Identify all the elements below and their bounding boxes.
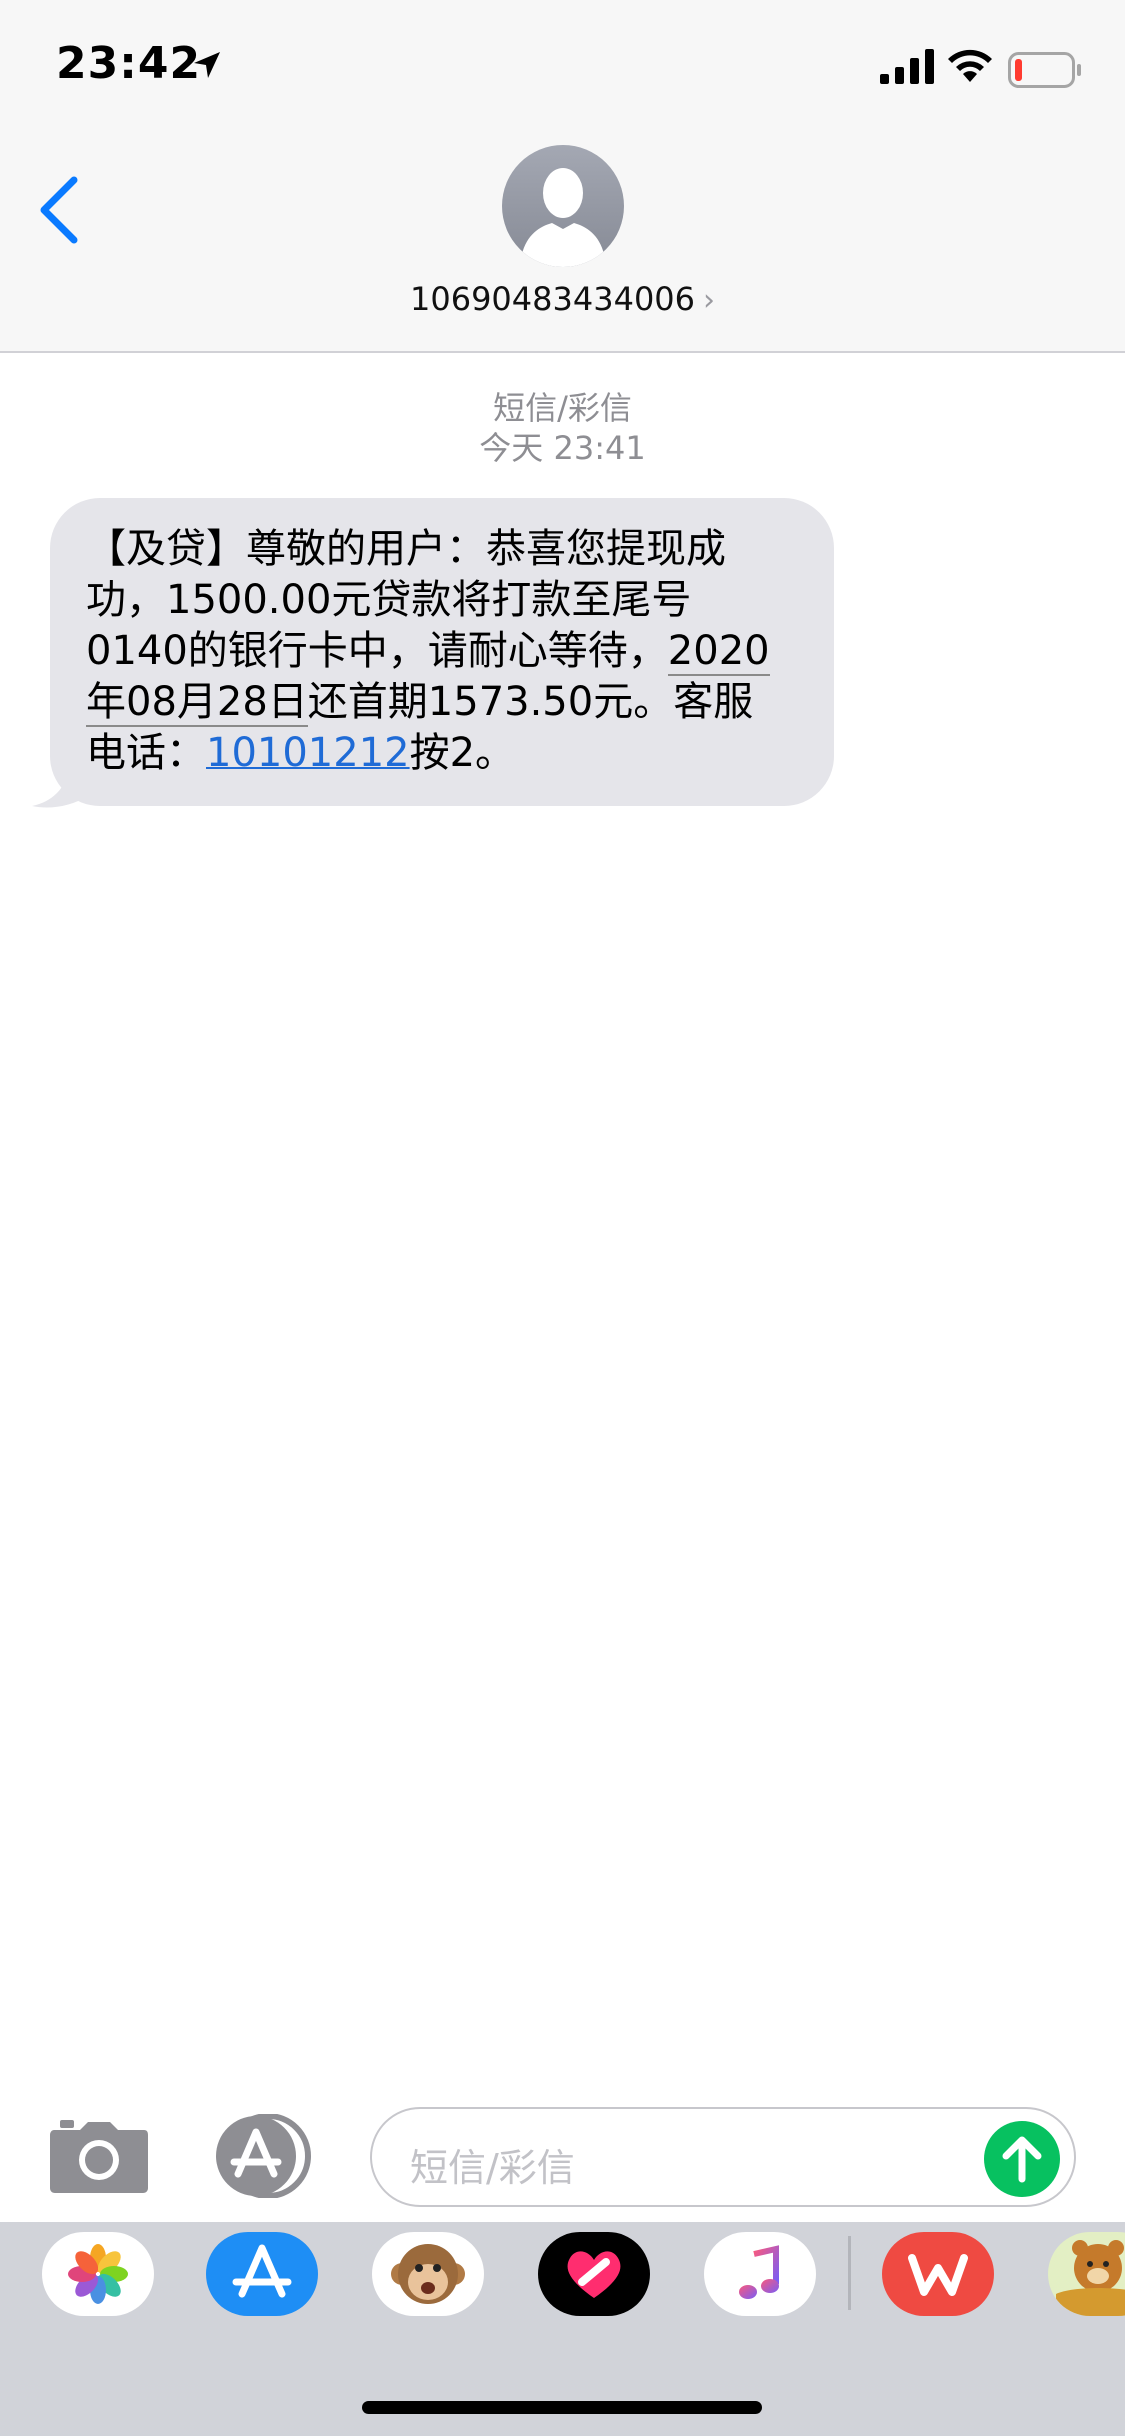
- music-icon[interactable]: [704, 2232, 816, 2316]
- message-text: 【及贷】尊敬的用户：恭喜您提现成 功，1500.00元贷款将打款至尾号 0140…: [86, 524, 798, 779]
- message-timestamp: 今天 23:41: [479, 429, 646, 467]
- message-input[interactable]: 短信/彩信: [370, 2107, 1076, 2207]
- message-line: 年08月28日还首期1573.50元。客服: [86, 677, 798, 728]
- message-text-segment: 还首期1573.50元。客服: [307, 679, 754, 725]
- app-store-glyph-icon: [232, 2244, 292, 2298]
- app-drawer: [0, 2222, 1125, 2436]
- conversation-header: 10690483434006 ›: [0, 140, 1125, 353]
- wifi-icon: [948, 49, 992, 82]
- message-text-segment: 0140的银行卡中，请耐心等待，: [86, 628, 668, 674]
- message-line: 功，1500.00元贷款将打款至尾号: [86, 577, 692, 623]
- status-bar: 23:42: [0, 0, 1125, 140]
- person-silhouette-icon: [520, 168, 606, 267]
- message-bubble[interactable]: 【及贷】尊敬的用户：恭喜您提现成 功，1500.00元贷款将打款至尾号 0140…: [50, 498, 834, 806]
- music-note-icon: [739, 2245, 779, 2299]
- contact-number-button[interactable]: 10690483434006 ›: [0, 280, 1125, 318]
- contact-avatar[interactable]: [502, 145, 624, 267]
- app-store-icon[interactable]: [206, 2232, 318, 2316]
- contact-number: 10690483434006: [409, 280, 696, 318]
- monkey-icon: [391, 2244, 465, 2304]
- wps-icon[interactable]: [882, 2232, 994, 2316]
- camera-icon[interactable]: [48, 2118, 150, 2194]
- phone-number-link[interactable]: 10101212: [206, 730, 410, 776]
- date-detector-link[interactable]: 2020: [667, 628, 770, 676]
- bear-icon: [1056, 2240, 1125, 2316]
- app-store-drawer-icon[interactable]: [210, 2114, 318, 2198]
- chevron-right-icon: ›: [703, 283, 716, 318]
- status-time: 23:42: [56, 38, 202, 89]
- message-text-segment: 电话：: [86, 730, 206, 776]
- message-line: 【及贷】尊敬的用户：恭喜您提现成: [86, 526, 726, 572]
- message-text-segment: 按2。: [409, 730, 516, 776]
- home-indicator[interactable]: [362, 2401, 762, 2414]
- location-arrow-icon: [194, 52, 220, 78]
- photos-flower-icon: [68, 2244, 128, 2304]
- service-label: 短信/彩信: [493, 389, 632, 427]
- animoji-icon[interactable]: [372, 2232, 484, 2316]
- digital-touch-icon[interactable]: [538, 2232, 650, 2316]
- heart-icon: [567, 2251, 621, 2298]
- arrow-up-icon: [1002, 2136, 1042, 2183]
- message-line: 0140的银行卡中，请耐心等待，2020: [86, 626, 798, 677]
- message-line: 电话：10101212按2。: [86, 728, 798, 779]
- app-drawer-divider: [848, 2236, 851, 2310]
- cellular-signal-icon: [880, 49, 934, 84]
- photos-icon[interactable]: [42, 2232, 154, 2316]
- battery-low-icon: [1008, 52, 1081, 88]
- input-placeholder: 短信/彩信: [410, 2146, 575, 2190]
- date-detector-link[interactable]: 年08月28日: [86, 679, 308, 727]
- send-button[interactable]: [984, 2121, 1060, 2197]
- bear-sticker-icon[interactable]: [1048, 2232, 1125, 2316]
- wps-w-icon: [908, 2254, 968, 2296]
- back-chevron-icon[interactable]: [30, 158, 90, 248]
